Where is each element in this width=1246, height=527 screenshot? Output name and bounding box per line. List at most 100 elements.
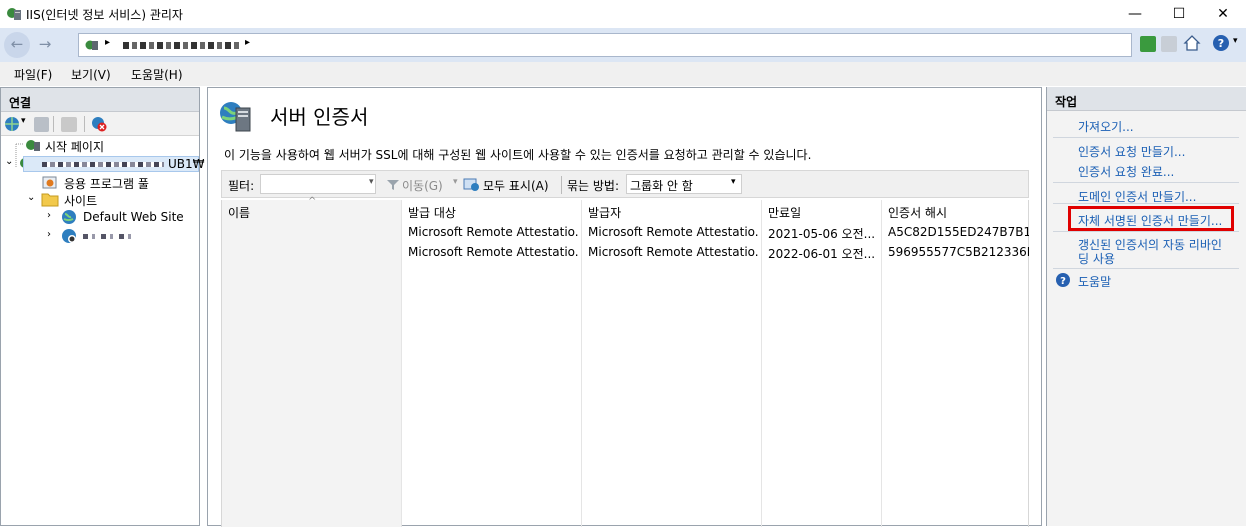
minimize-button[interactable]: — <box>1112 0 1158 28</box>
toolbar-divider <box>84 116 85 132</box>
close-button[interactable]: ✕ <box>1200 0 1246 28</box>
tree-item-sites[interactable]: 사이트 <box>64 192 97 209</box>
show-all-button[interactable]: 모두 표시(A) <box>463 175 553 195</box>
menu-help[interactable]: 도움말(H) <box>131 66 183 83</box>
certificates-list: 이름 ^ 발급 대상 발급자 만료일 인증서 해시 Microsoft Remo… <box>221 196 1029 527</box>
connect-dropdown-icon[interactable]: ▾ <box>21 116 26 126</box>
tree-expand-chevron-icon[interactable]: ⌄ <box>27 192 35 203</box>
action-separator <box>1053 231 1239 232</box>
up-level-icon[interactable] <box>61 117 77 132</box>
filter-divider <box>561 176 562 194</box>
back-arrow-icon: ← <box>10 35 24 53</box>
menu-view[interactable]: 보기(V) <box>71 66 111 83</box>
tree-item-start-page[interactable]: 시작 페이지 <box>45 138 104 155</box>
action-separator <box>1053 203 1239 204</box>
connections-panel: 연결 ▾ 시작 페이지 ⌄ UB1₩ 응용 프로그램 풀 ⌄ 사이트 › Def… <box>0 87 205 526</box>
group-by-label: 묶는 방법: <box>567 179 620 193</box>
server-name-redacted <box>42 162 164 167</box>
action-auto-rebind-line2[interactable]: 딩 사용 <box>1078 250 1115 267</box>
back-button[interactable]: ← <box>4 32 30 58</box>
address-bar: ← → ▸ ▸ ? ▾ <box>0 28 1246 62</box>
actions-panel: 작업 가져오기... 인증서 요청 만들기... 인증서 요청 완료... 도메… <box>1046 87 1246 526</box>
tree-item-app-pools[interactable]: 응용 프로그램 풀 <box>64 175 149 192</box>
cell-issued-by: Microsoft Remote Attestatio... <box>588 245 758 259</box>
column-header-hash[interactable]: 인증서 해시 <box>888 204 947 221</box>
maximize-button[interactable]: ☐ <box>1156 0 1202 28</box>
name-column-fill <box>222 200 402 527</box>
cell-issued-to: Microsoft Remote Attestatio... <box>408 225 578 239</box>
sites-folder-icon <box>41 193 59 207</box>
sort-ascending-icon: ^ <box>308 196 317 207</box>
connect-globe-icon[interactable] <box>4 116 20 132</box>
website-globe-icon <box>62 210 76 224</box>
column-header-issued-by[interactable]: 발급자 <box>588 204 621 221</box>
funnel-icon <box>387 180 399 190</box>
show-all-label: 모두 표시(A) <box>483 179 549 193</box>
tree-collapsed-chevron-icon[interactable]: › <box>47 210 51 221</box>
go-dropdown-icon[interactable]: ▾ <box>453 177 458 187</box>
connections-toolbar: ▾ <box>1 112 199 136</box>
cell-expires: 2022-06-01 오전... <box>768 247 876 261</box>
cell-expires: 2021-05-06 오전... <box>768 227 876 241</box>
cell-hash: 596955577C5B212336FD <box>888 245 1029 259</box>
cell-issued-by: Microsoft Remote Attestatio... <box>588 225 758 239</box>
breadcrumb-separator-icon: ▸ <box>245 37 251 48</box>
connections-header: 연결 <box>1 88 199 112</box>
home-icon[interactable] <box>1183 34 1201 52</box>
action-help[interactable]: 도움말 <box>1078 273 1111 290</box>
action-import[interactable]: 가져오기... <box>1078 118 1134 135</box>
save-icon[interactable] <box>34 117 49 132</box>
column-header-name[interactable]: 이름 <box>228 204 250 221</box>
iis-app-icon <box>7 8 21 20</box>
filter-input[interactable] <box>260 174 376 194</box>
action-create-self-signed[interactable]: 자체 서명된 인증서 만들기... <box>1078 212 1222 229</box>
server-certificates-page: 서버 인증서 이 기능을 사용하여 웹 서버가 SSL에 대해 구성된 웹 사이… <box>207 87 1042 527</box>
server-globe-icon <box>85 40 98 50</box>
tree-item-server[interactable]: UB1₩ <box>23 156 205 172</box>
app-pool-icon <box>42 176 57 189</box>
title-bar: IIS(인터넷 정보 서비스) 관리자 — ☐ ✕ <box>0 0 1246 28</box>
page-title: 서버 인증서 <box>270 105 369 129</box>
disconnect-icon[interactable] <box>91 116 107 132</box>
actions-header: 작업 <box>1047 87 1246 111</box>
help-icon[interactable]: ? <box>1212 34 1230 52</box>
action-separator <box>1053 268 1239 269</box>
group-by-dropdown-icon: ▾ <box>731 177 736 187</box>
window-title: IIS(인터넷 정보 서비스) 관리자 <box>26 8 183 22</box>
page-description: 이 기능을 사용하여 웹 서버가 SSL에 대해 구성된 웹 사이트에 사용할 … <box>224 148 812 162</box>
action-complete-request[interactable]: 인증서 요청 완료... <box>1078 163 1174 180</box>
svg-text:?: ? <box>1060 276 1066 287</box>
tree-expand-chevron-icon[interactable]: ⌄ <box>5 156 13 167</box>
cell-hash: A5C82D155ED247B7B1A <box>888 225 1029 239</box>
breadcrumb[interactable]: ▸ ▸ <box>78 33 1132 57</box>
tree-item-default-web-site[interactable]: Default Web Site <box>83 210 184 224</box>
help-icon: ? <box>1056 273 1070 287</box>
stop-icon[interactable] <box>1161 36 1177 52</box>
forward-button[interactable]: → <box>32 32 58 58</box>
server-name-redacted <box>123 42 239 49</box>
action-create-request[interactable]: 인증서 요청 만들기... <box>1078 143 1185 160</box>
tree-collapsed-chevron-icon[interactable]: › <box>47 229 51 240</box>
help-dropdown-icon[interactable]: ▾ <box>1233 36 1238 46</box>
column-header-issued-to[interactable]: 발급 대상 <box>408 204 456 221</box>
menu-file[interactable]: 파일(F) <box>14 66 52 83</box>
go-button[interactable]: 이동(G) <box>384 175 444 195</box>
toolbar-divider <box>53 116 54 132</box>
table-row[interactable]: Microsoft Remote Attestatio... Microsoft… <box>402 244 1029 262</box>
refresh-icon[interactable] <box>1140 36 1156 52</box>
action-separator <box>1053 137 1239 138</box>
svg-text:?: ? <box>1218 37 1224 50</box>
server-certificates-icon <box>220 102 251 132</box>
go-label: 이동(G) <box>402 179 443 193</box>
group-by-select[interactable]: 그룹화 안 함 ▾ <box>626 174 742 194</box>
group-by-value: 그룹화 안 함 <box>630 179 693 193</box>
filter-dropdown-icon[interactable]: ▾ <box>369 177 374 187</box>
tree-item-site-redacted[interactable] <box>83 234 131 239</box>
table-row[interactable]: Microsoft Remote Attestatio... Microsoft… <box>402 224 1029 242</box>
forward-arrow-icon: → <box>38 35 52 53</box>
menu-bar: 파일(F) 보기(V) 도움말(H) <box>0 62 1246 86</box>
column-header-expires[interactable]: 만료일 <box>768 204 801 221</box>
filter-bar: 필터: ▾ 이동(G) ▾ 모두 표시(A) 묶는 방법: 그룹화 안 함 ▾ <box>221 170 1029 198</box>
show-all-icon <box>463 178 479 191</box>
filter-label: 필터: <box>228 179 255 193</box>
